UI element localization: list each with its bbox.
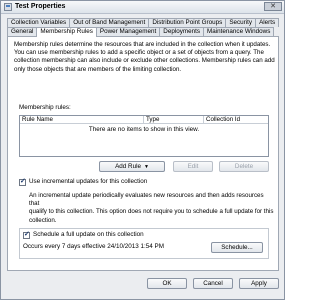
window-title: Test Properties	[15, 3, 66, 10]
description-line: Membership rules determine the resources…	[14, 41, 271, 48]
incremental-updates-checkbox[interactable]	[19, 177, 26, 186]
column-rule-name[interactable]: Rule Name	[20, 116, 144, 124]
tab-row-1: Collection Variables Out of Band Managem…	[7, 18, 280, 27]
schedule-summary: Occurs every 7 days effective 24/10/2013…	[23, 243, 164, 250]
membership-rules-table[interactable]: Rule Name Type Collection Id There are n…	[19, 115, 269, 157]
delete-button[interactable]: Delete	[219, 161, 269, 172]
close-icon[interactable]: ✕	[264, 2, 282, 11]
add-rule-label: Add Rule	[115, 163, 141, 170]
incremental-description-line: An incremental update periodically evalu…	[29, 192, 264, 208]
chevron-down-icon: ▼	[143, 164, 149, 170]
full-update-checkbox[interactable]	[23, 230, 30, 239]
membership-rules-label: Membership rules:	[19, 104, 71, 111]
tab-distribution-point-groups[interactable]: Distribution Point Groups	[148, 18, 227, 27]
tab-membership-rules[interactable]: Membership Rules	[36, 27, 97, 37]
tab-power-management[interactable]: Power Management	[95, 27, 161, 36]
title-bar[interactable]: Test Properties ✕	[1, 1, 284, 14]
incremental-description-line: collection.	[29, 216, 57, 224]
membership-description: Membership rules determine the resources…	[14, 41, 276, 74]
tab-maintenance-windows[interactable]: Maintenance Windows	[203, 27, 275, 36]
full-update-label: Schedule a full update on this collectio…	[33, 231, 144, 238]
incremental-description-line: qualify to this collection. This option …	[29, 208, 274, 216]
apply-button[interactable]: Apply	[239, 278, 279, 289]
ok-button[interactable]: OK	[147, 278, 187, 289]
description-line: You can use membership rules to add a sp…	[14, 49, 264, 57]
incremental-description: An incremental update periodically evalu…	[29, 192, 274, 225]
incremental-updates-label: Use incremental updates for this collect…	[29, 178, 148, 185]
cancel-button[interactable]: Cancel	[193, 278, 233, 289]
edit-button[interactable]: Edit	[173, 161, 213, 172]
properties-window: Test Properties ✕ Collection Variables O…	[0, 0, 285, 300]
tab-row-2: General Membership Rules Power Managemen…	[7, 27, 275, 37]
description-line: only those objects that are members of t…	[14, 65, 182, 73]
tab-security[interactable]: Security	[225, 18, 257, 27]
schedule-button[interactable]: Schedule...	[211, 242, 263, 253]
description-line: collection membership can also include o…	[14, 57, 275, 65]
add-rule-button[interactable]: Add Rule ▼	[99, 161, 165, 172]
column-type[interactable]: Type	[144, 116, 204, 124]
tab-out-of-band-management[interactable]: Out of Band Management	[69, 18, 150, 27]
properties-window-icon	[4, 3, 12, 11]
column-collection-id[interactable]: Collection Id	[204, 116, 268, 124]
tab-deployments[interactable]: Deployments	[159, 27, 205, 36]
tab-general[interactable]: General	[7, 27, 38, 36]
tab-alerts[interactable]: Alerts	[255, 18, 280, 27]
tab-collection-variables[interactable]: Collection Variables	[7, 18, 71, 27]
empty-table-message: There are no items to show in this view.	[88, 126, 200, 133]
